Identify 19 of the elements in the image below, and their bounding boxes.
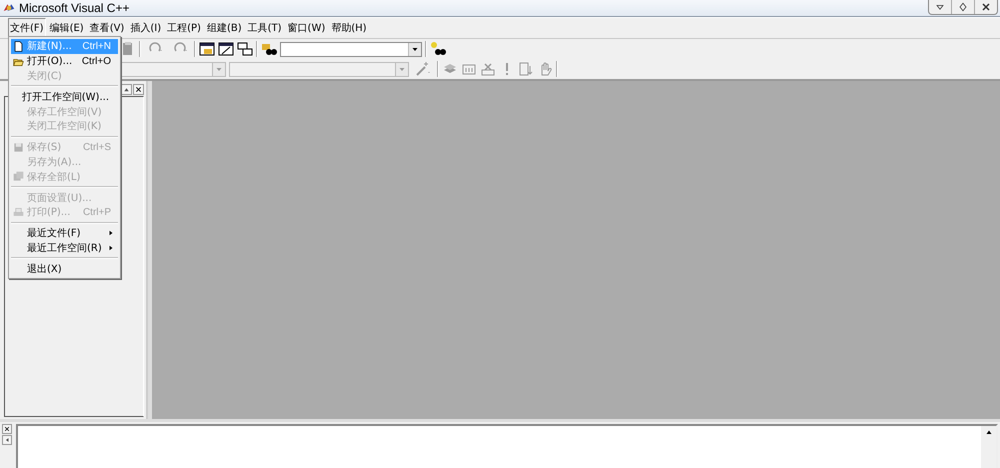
- menu-label: 保存(S): [27, 141, 62, 154]
- menu-label: 关闭工作空间(K): [27, 120, 102, 134]
- menu-label: 关闭(C): [27, 70, 63, 83]
- shortcut-text: Ctrl+P: [82, 206, 111, 218]
- menu-label: 保存全部(L): [27, 170, 82, 184]
- menu-label: 最近文件(F): [27, 226, 82, 240]
- window-title: Microsoft Visual C++: [19, 1, 130, 15]
- shortcut-text: Ctrl+N: [82, 40, 111, 52]
- shortcut-text: Ctrl+O: [82, 56, 111, 67]
- menu-label: 最近工作空间(R): [27, 242, 103, 255]
- menu-label: 页面设置(U)...: [27, 192, 93, 205]
- shortcut-text: Ctrl+S: [82, 142, 111, 153]
- menu-label: 新建(N)...: [27, 40, 73, 54]
- menu-label: 退出(X): [27, 262, 63, 276]
- menu-label: 保存工作空间(V): [27, 106, 103, 119]
- menu-label: 另存为(A)...: [27, 156, 82, 169]
- menu-label: 打开工作空间(W)...: [22, 90, 109, 104]
- menu-label: 打印(P)...: [27, 206, 72, 220]
- menu-label: 打开(O)...: [27, 54, 74, 68]
